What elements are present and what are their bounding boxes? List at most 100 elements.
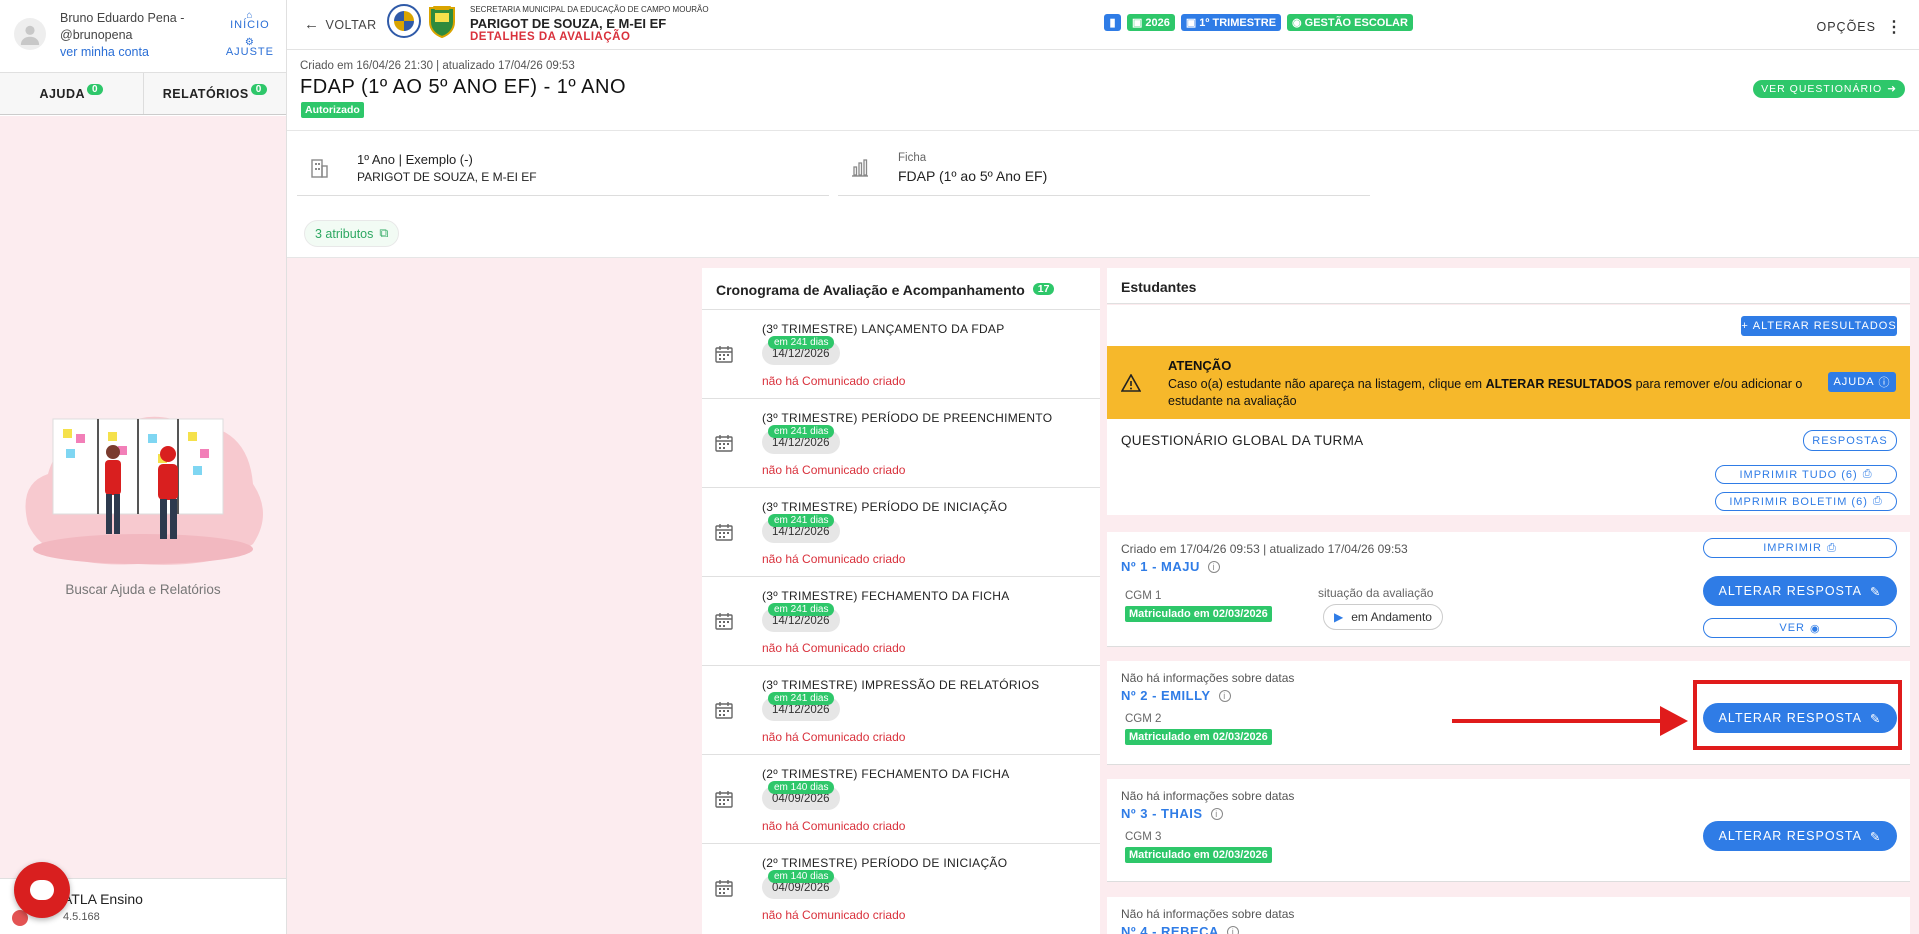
schedule-item[interactable]: (3º TRIMESTRE) PERÍODO DE PREENCHIMENTO … <box>702 398 1100 487</box>
schedule-item-title: (3º TRIMESTRE) PERÍODO DE PREENCHIMENTO <box>762 411 1053 425</box>
alter-response-button[interactable]: ALTERAR RESPOSTA ✎ <box>1703 576 1897 606</box>
printer-icon: ⎙ <box>1862 468 1873 480</box>
calendar-icon: ▣ <box>1132 17 1143 29</box>
student-name[interactable]: Nº 4 - REBECA i <box>1121 924 1239 934</box>
module-chip[interactable]: ◉ GESTÃO ESCOLAR <box>1287 14 1413 31</box>
schedule-item[interactable]: (2º TRIMESTRE) PERÍODO DE INICIAÇÃO em 1… <box>702 843 1100 932</box>
module-label: GESTÃO ESCOLAR <box>1304 16 1408 29</box>
school-heading: SECRETARIA MUNICIPAL DA EDUCAÇÃO DE CAMP… <box>470 4 709 43</box>
settings-button[interactable]: ⚙ AJUSTE <box>226 37 274 58</box>
evaluation-status-button[interactable]: ▶ em Andamento <box>1323 604 1443 630</box>
building-icon <box>311 159 328 178</box>
help-button[interactable]: AJUDA ⓘ <box>1828 372 1896 392</box>
year-chip[interactable]: ▣ 2026 <box>1127 14 1175 31</box>
responses-button[interactable]: RESPOSTAS <box>1803 430 1897 451</box>
student-name-text: Nº 4 - REBECA <box>1121 924 1219 934</box>
schedule-item-title: (3º TRIMESTRE) LANÇAMENTO DA FDAP <box>762 322 1005 336</box>
help-illustration <box>25 416 263 565</box>
view-questionnaire-button[interactable]: VER QUESTIONÁRIO ➜ <box>1753 80 1905 98</box>
student-name-text: Nº 1 - MAJU <box>1121 559 1200 574</box>
form-info: Ficha FDAP (1º ao 5º Ano EF) <box>838 140 1370 196</box>
avatar[interactable] <box>14 18 46 50</box>
year-label: 2026 <box>1145 16 1170 29</box>
enrollment-badge: Matriculado em 02/03/2026 <box>1125 729 1272 745</box>
no-communication: não há Comunicado criado <box>762 552 906 566</box>
play-circle-icon: ▶ <box>1334 610 1344 624</box>
chat-icon <box>30 880 54 900</box>
calendar-icon <box>714 789 734 812</box>
tab-relatorios[interactable]: RELATÓRIOS 0 <box>142 73 287 114</box>
edit-icon: ✎ <box>1869 584 1882 599</box>
annotation-arrow-head <box>1660 706 1688 736</box>
form-label: Ficha <box>898 152 927 164</box>
user-name: Bruno Eduardo Pena - <box>60 11 185 25</box>
info-icon[interactable]: i <box>1218 689 1231 702</box>
calendar-icon <box>714 344 734 367</box>
info-icon[interactable]: i <box>1226 925 1239 934</box>
days-badge: em 241 dias <box>768 425 835 438</box>
alter-response-label: ALTERAR RESPOSTA <box>1718 584 1862 598</box>
options-menu[interactable]: OPÇÕES ⋮ <box>1817 17 1904 37</box>
back-button[interactable]: ← VOLTAR <box>304 16 377 33</box>
form-value: FDAP (1º ao 5º Ano EF) <box>898 168 1048 184</box>
days-badge: em 241 dias <box>768 692 835 705</box>
chart-chip[interactable]: ▮ <box>1104 14 1121 31</box>
student-name-text: Nº 2 - EMILLY <box>1121 688 1211 703</box>
info-icon[interactable]: i <box>1207 560 1220 573</box>
student-cgm: CGM 1 <box>1125 590 1162 602</box>
tab-relatorios-label: RELATÓRIOS <box>162 86 249 101</box>
student-card: Não há informações sobre datas Nº 4 - RE… <box>1107 897 1910 934</box>
schedule-item-title: (3º TRIMESTRE) PERÍODO DE INICIAÇÃO <box>762 500 1008 514</box>
printer-icon: ⎙ <box>1872 495 1883 507</box>
alert-message: Caso o(a) estudante não apareça na lista… <box>1168 376 1848 410</box>
home-label: INÍCIO <box>230 19 270 31</box>
student-name[interactable]: Nº 2 - EMILLY i <box>1121 688 1231 703</box>
schedule-item[interactable]: (3º TRIMESTRE) LANÇAMENTO DA FDAP em 241… <box>702 309 1100 398</box>
tab-ajuda[interactable]: AJUDA 0 <box>0 73 143 114</box>
trimester-chip[interactable]: ▣ 1º TRIMESTRE <box>1180 14 1282 31</box>
student-cgm: CGM 3 <box>1125 831 1162 843</box>
schedule-item[interactable]: (3º TRIMESTRE) IMPRESSÃO DE RELATÓRIOS e… <box>702 665 1100 754</box>
sidebar-tabs: AJUDA 0 RELATÓRIOS 0 <box>0 72 286 115</box>
help-caption: Buscar Ajuda e Relatórios <box>65 582 221 597</box>
schedule-item-title: (3º TRIMESTRE) IMPRESSÃO DE RELATÓRIOS <box>762 678 1040 692</box>
home-button[interactable]: ⌂ INÍCIO <box>230 10 270 31</box>
student-name-text: Nº 3 - THAIS <box>1121 806 1203 821</box>
student-meta: Não há informações sobre datas <box>1121 671 1295 685</box>
days-badge: em 241 dias <box>768 514 835 527</box>
print-all-label: IMPRIMIR TUDO (6) <box>1739 468 1858 481</box>
calendar-icon <box>714 522 734 545</box>
schedule-item[interactable]: (2º TRIMESTRE) FECHAMENTO DA FICHA em 14… <box>702 754 1100 843</box>
no-communication: não há Comunicado criado <box>762 374 906 388</box>
evaluation-status-value: em Andamento <box>1351 610 1432 624</box>
schedule-item[interactable]: (3º TRIMESTRE) FECHAMENTO DA FICHA em 24… <box>702 576 1100 665</box>
view-button[interactable]: VER ◉ <box>1703 618 1897 638</box>
arrow-left-icon: ← <box>304 16 320 33</box>
student-name[interactable]: Nº 1 - MAJU i <box>1121 559 1220 574</box>
annotation-arrow <box>1452 719 1662 723</box>
responses-label: RESPOSTAS <box>1812 434 1888 447</box>
calendar-icon <box>714 611 734 634</box>
school-crest-logo <box>429 6 455 38</box>
print-report-button[interactable]: IMPRIMIR BOLETIM (6) ⎙ <box>1715 492 1897 511</box>
info-icon[interactable]: i <box>1210 807 1223 820</box>
app-version: 4.5.168 <box>63 911 100 923</box>
schedule-title: Cronograma de Avaliação e Acompanhamento… <box>716 282 1055 298</box>
account-link[interactable]: ver minha conta <box>60 44 184 61</box>
tab-relatorios-count: 0 <box>250 84 267 95</box>
attributes-button[interactable]: 3 atributos ⧉ <box>304 220 400 247</box>
student-name[interactable]: Nº 3 - THAIS i <box>1121 806 1223 821</box>
alter-response-button[interactable]: ALTERAR RESPOSTA ✎ <box>1703 821 1897 851</box>
schedule-item-title: (2º TRIMESTRE) FECHAMENTO DA FICHA <box>762 767 1010 781</box>
class-school: PARIGOT DE SOUZA, E M-EI EF <box>357 170 537 184</box>
print-all-button[interactable]: IMPRIMIR TUDO (6) ⎙ <box>1715 465 1897 484</box>
schedule-item[interactable]: (3º TRIMESTRE) PERÍODO DE INICIAÇÃO em 2… <box>702 487 1100 576</box>
print-button[interactable]: IMPRIMIR ⎙ <box>1703 538 1897 558</box>
tab-ajuda-label: AJUDA <box>39 86 85 101</box>
schedule-item-title: (2º TRIMESTRE) PERÍODO DE INICIAÇÃO <box>762 856 1008 870</box>
schedule-item-title: (3º TRIMESTRE) FECHAMENTO DA FICHA <box>762 589 1010 603</box>
alter-results-button[interactable]: + ALTERAR RESULTADOS <box>1741 316 1897 336</box>
schedule-panel: Cronograma de Avaliação e Acompanhamento… <box>702 268 1100 934</box>
no-communication: não há Comunicado criado <box>762 819 906 833</box>
chat-button[interactable] <box>14 862 70 918</box>
